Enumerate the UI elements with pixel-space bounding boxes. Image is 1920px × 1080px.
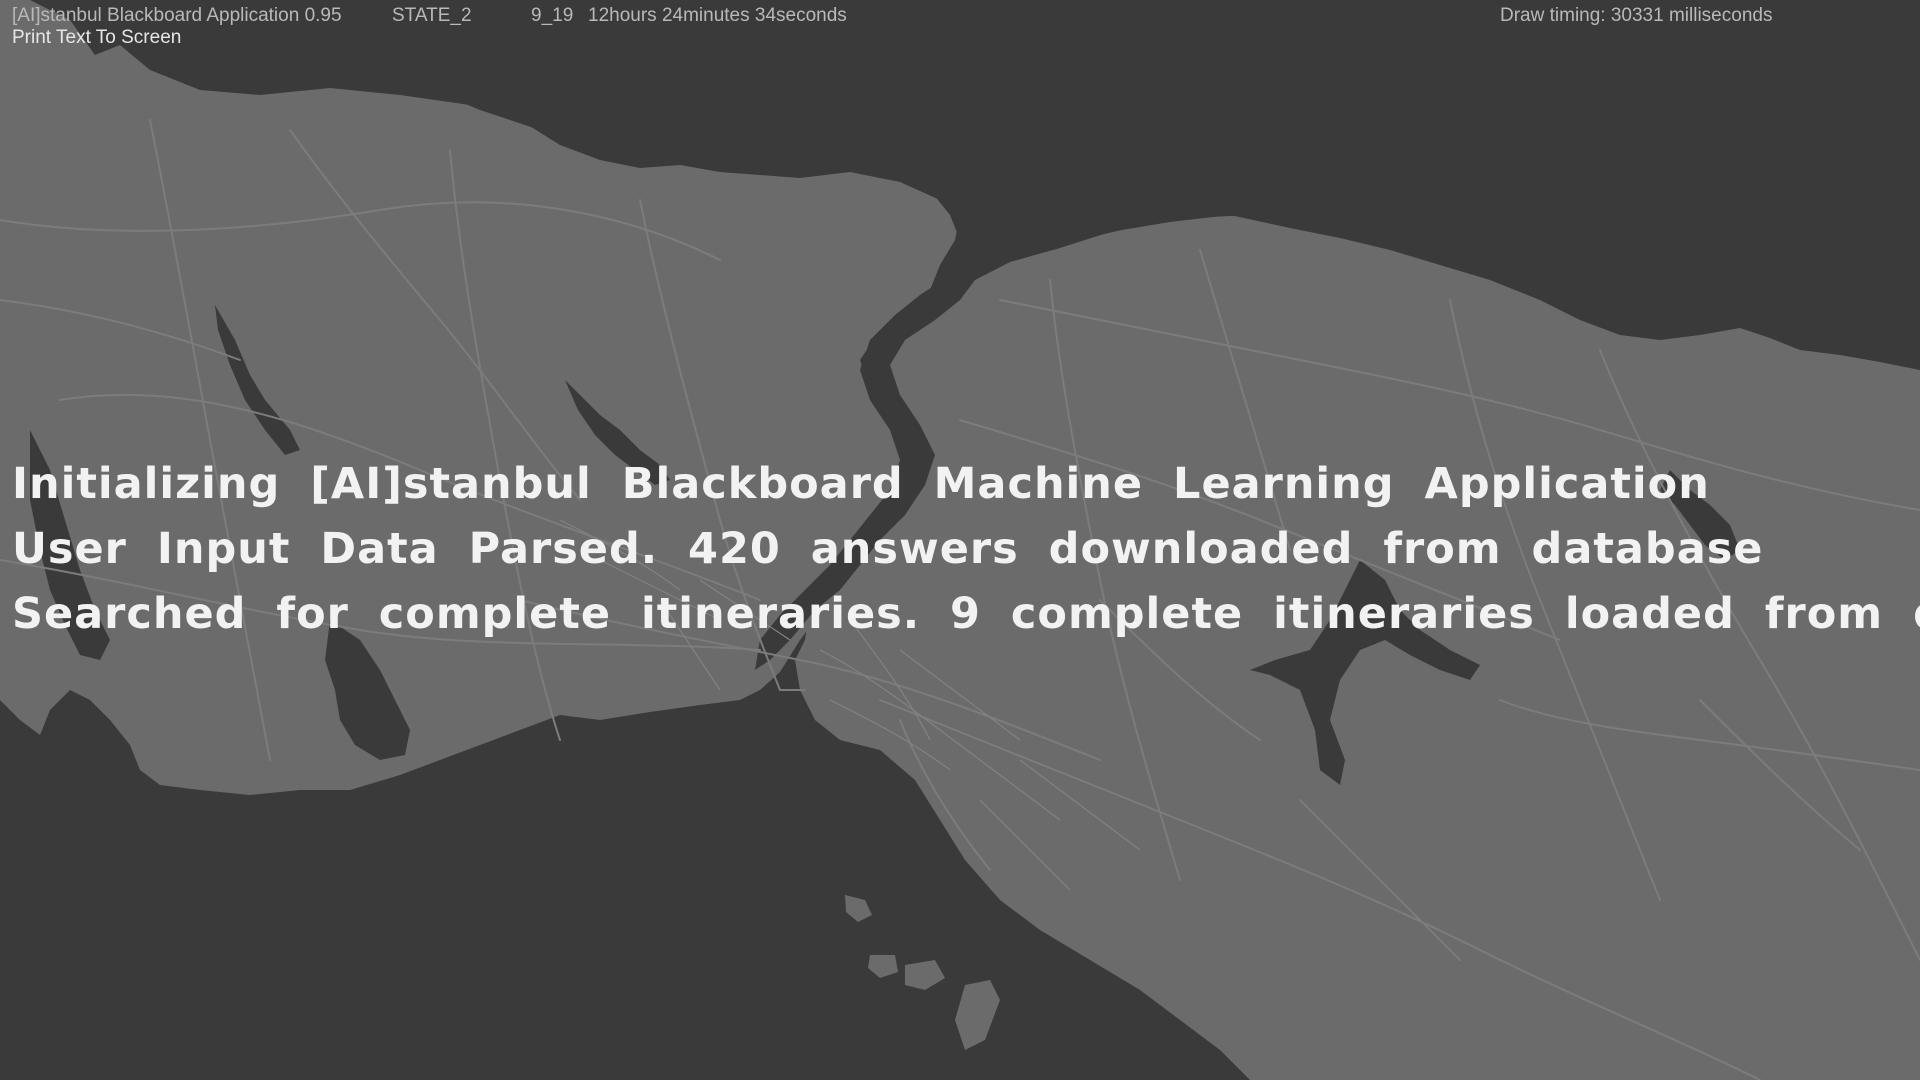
- app-title-readout: [AI]stanbul Blackboard Application 0.95: [12, 5, 342, 26]
- draw-timing-readout: Draw timing: 30331 milliseconds: [1500, 5, 1773, 26]
- log-line-itineraries: Searched for complete itineraries. 9 com…: [12, 589, 1920, 639]
- map-canvas: [AI]stanbul Blackboard Application 0.95 …: [0, 0, 1920, 1080]
- log-line-initializing: Initializing [AI]stanbul Blackboard Mach…: [12, 459, 1710, 509]
- session-readout: 9_19: [531, 5, 574, 26]
- log-line-input-parsed: User Input Data Parsed. 420 answers down…: [12, 524, 1764, 574]
- elapsed-time-readout: 12hours 24minutes 34seconds: [588, 5, 847, 26]
- state-readout: STATE_2: [392, 5, 472, 26]
- mode-readout: Print Text To Screen: [12, 27, 182, 48]
